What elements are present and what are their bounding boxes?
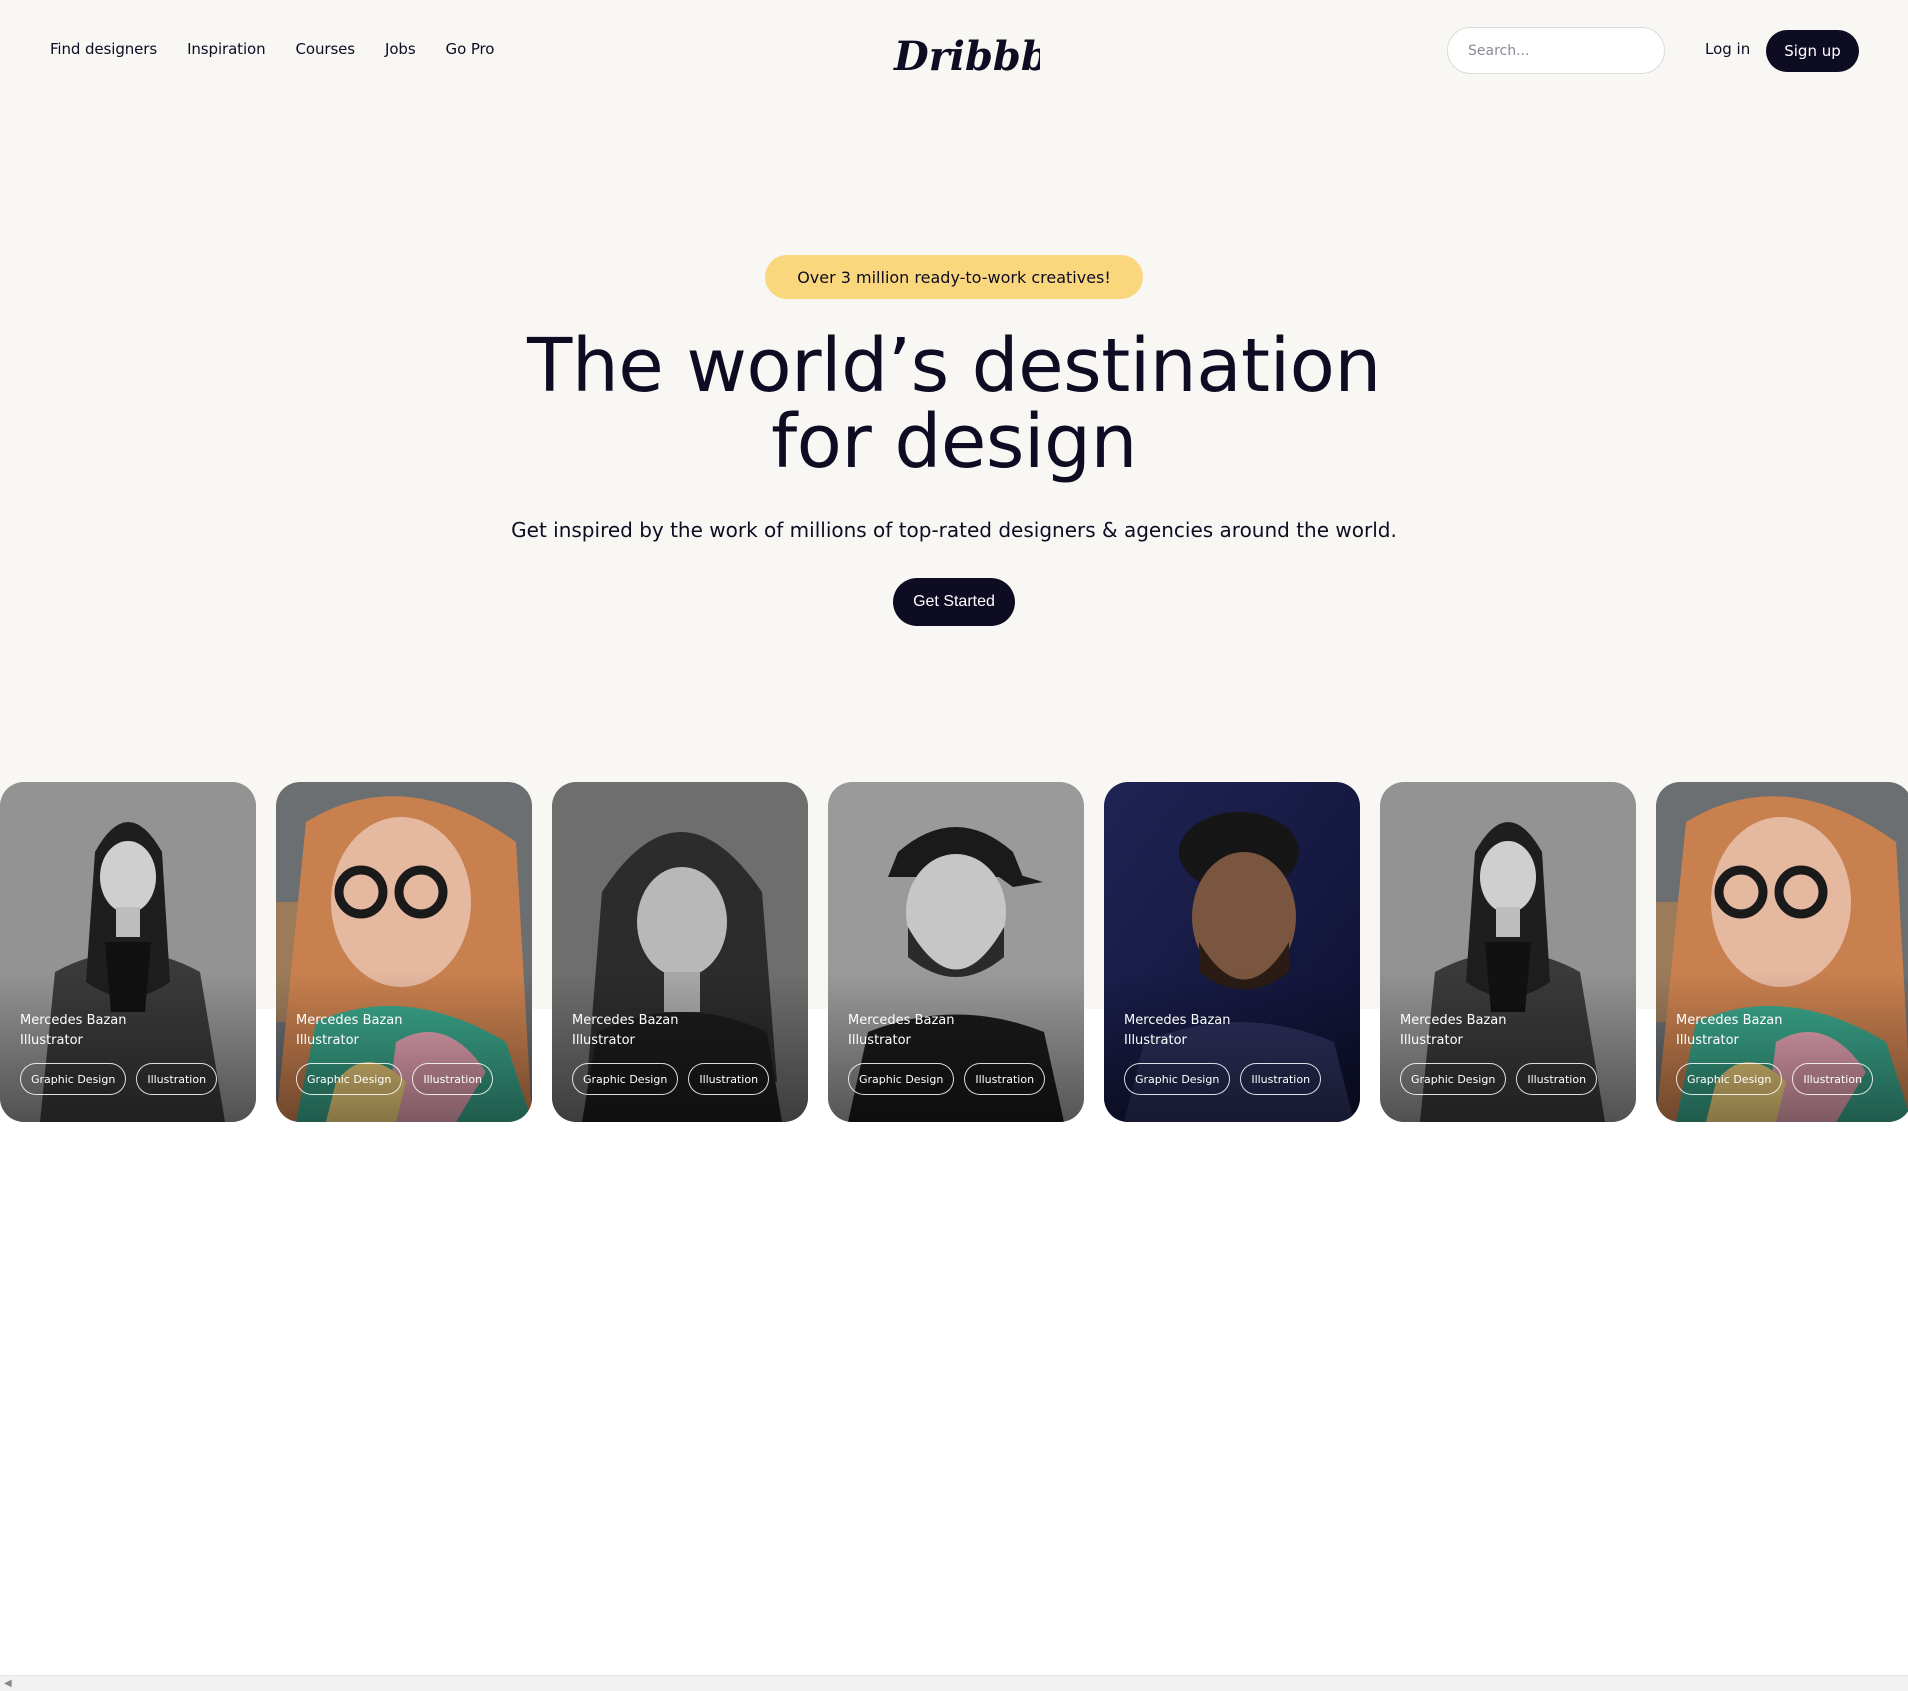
tag-illustration[interactable]: Illustration <box>136 1063 218 1095</box>
card-tags: Graphic Design Illustration <box>1124 1063 1322 1095</box>
creatives-badge: Over 3 million ready-to-work creatives! <box>765 255 1143 299</box>
tag-graphic-design[interactable]: Graphic Design <box>572 1063 679 1095</box>
hero-subheading: Get inspired by the work of millions of … <box>511 518 1397 542</box>
designer-card[interactable]: Mercedes Bazan Illustrator Graphic Desig… <box>828 782 1084 1122</box>
designer-role: Illustrator <box>1124 1033 1187 1048</box>
designer-card[interactable]: Mercedes Bazan Illustrator Graphic Desig… <box>552 782 808 1122</box>
nav-courses[interactable]: Courses <box>296 40 356 58</box>
card-tags: Graphic Design Illustration <box>572 1063 770 1095</box>
tag-illustration[interactable]: Illustration <box>688 1063 770 1095</box>
nav-inspiration[interactable]: Inspiration <box>187 40 266 58</box>
tag-graphic-design[interactable]: Graphic Design <box>1400 1063 1507 1095</box>
tag-illustration[interactable]: Illustration <box>1792 1063 1874 1095</box>
designer-name: Mercedes Bazan <box>848 1013 955 1028</box>
tag-graphic-design[interactable]: Graphic Design <box>848 1063 955 1095</box>
card-tags: Graphic Design Illustration <box>1400 1063 1598 1095</box>
card-tags: Graphic Design Illustration <box>1676 1063 1874 1095</box>
designer-card[interactable]: Mercedes Bazan Illustrator Graphic Desig… <box>1104 782 1360 1122</box>
headline-line-2: for design <box>771 399 1137 485</box>
scroll-left-arrow-icon[interactable]: ◀ <box>4 1678 12 1689</box>
designer-role: Illustrator <box>20 1033 83 1048</box>
designer-role: Illustrator <box>1676 1033 1739 1048</box>
nav-find-designers[interactable]: Find designers <box>50 40 157 58</box>
designer-role: Illustrator <box>296 1033 359 1048</box>
tag-graphic-design[interactable]: Graphic Design <box>1676 1063 1783 1095</box>
tag-illustration[interactable]: Illustration <box>964 1063 1046 1095</box>
card-tags: Graphic Design Illustration <box>296 1063 494 1095</box>
hero-headline: The world’s destination for design <box>454 328 1454 480</box>
tag-graphic-design[interactable]: Graphic Design <box>20 1063 127 1095</box>
svg-text:Dribbble: Dribbble <box>893 33 1040 80</box>
dribbble-logo-wordmark: Dribbble <box>893 33 1090 80</box>
signup-button[interactable]: Sign up <box>1766 30 1859 72</box>
designer-card[interactable]: Mercedes Bazan Illustrator Graphic Desig… <box>1656 782 1908 1122</box>
tag-graphic-design[interactable]: Graphic Design <box>296 1063 403 1095</box>
designer-name: Mercedes Bazan <box>1400 1013 1507 1028</box>
designer-name: Mercedes Bazan <box>1124 1013 1231 1028</box>
search-input[interactable] <box>1447 27 1665 74</box>
card-tags: Graphic Design Illustration <box>20 1063 218 1095</box>
card-tags: Graphic Design Illustration <box>848 1063 1046 1095</box>
dribbble-logo[interactable]: Dribbble <box>890 28 1090 88</box>
get-started-button[interactable]: Get Started <box>893 578 1015 626</box>
tag-illustration[interactable]: Illustration <box>1240 1063 1322 1095</box>
designer-card[interactable]: Mercedes Bazan Illustrator Graphic Desig… <box>1380 782 1636 1122</box>
nav-jobs[interactable]: Jobs <box>385 40 416 58</box>
horizontal-scrollbar[interactable]: ◀ <box>0 1675 1908 1691</box>
designer-name: Mercedes Bazan <box>20 1013 127 1028</box>
designer-card[interactable]: Mercedes Bazan Illustrator Graphic Desig… <box>0 782 256 1122</box>
tag-graphic-design[interactable]: Graphic Design <box>1124 1063 1231 1095</box>
designer-name: Mercedes Bazan <box>572 1013 679 1028</box>
designer-role: Illustrator <box>572 1033 635 1048</box>
nav-go-pro[interactable]: Go Pro <box>446 40 495 58</box>
designer-card[interactable]: Mercedes Bazan Illustrator Graphic Desig… <box>276 782 532 1122</box>
tag-illustration[interactable]: Illustration <box>412 1063 494 1095</box>
login-link[interactable]: Log in <box>1705 40 1750 58</box>
designer-name: Mercedes Bazan <box>296 1013 403 1028</box>
nav-links: Find designers Inspiration Courses Jobs … <box>50 40 494 58</box>
designer-role: Illustrator <box>1400 1033 1463 1048</box>
top-navigation: Find designers Inspiration Courses Jobs … <box>0 0 1908 102</box>
designer-cards-carousel: Mercedes Bazan Illustrator Graphic Desig… <box>0 782 1908 1122</box>
designer-role: Illustrator <box>848 1033 911 1048</box>
designer-name: Mercedes Bazan <box>1676 1013 1783 1028</box>
tag-illustration[interactable]: Illustration <box>1516 1063 1598 1095</box>
headline-line-1: The world’s destination <box>527 323 1381 409</box>
